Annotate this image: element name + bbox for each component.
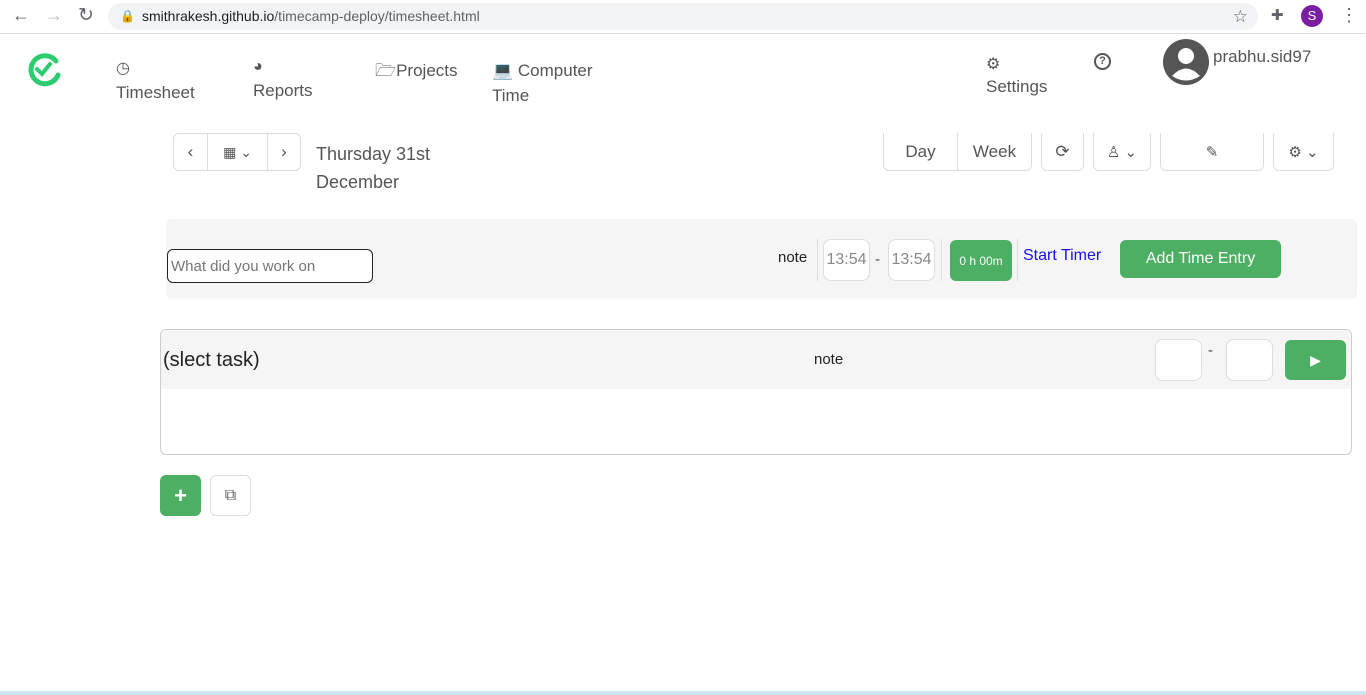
user-avatar-icon[interactable]: [1163, 39, 1209, 85]
chevron-down-icon: ⌄: [1124, 143, 1138, 161]
back-icon[interactable]: ←: [12, 5, 30, 26]
date-line-1: Thursday 31st: [316, 144, 431, 164]
week-view-button[interactable]: Week: [957, 133, 1032, 171]
end-time-input[interactable]: 13:54: [888, 239, 935, 281]
nav-reports-label: Reports: [253, 81, 313, 100]
current-date: Thursday 31st December: [316, 140, 430, 196]
lock-icon: 🔒: [120, 9, 135, 23]
nav-computer-time[interactable]: 💻 Computer Time: [492, 58, 593, 108]
reload-icon[interactable]: ↻: [78, 4, 94, 27]
nav-settings[interactable]: ⚙ Settings: [986, 54, 1047, 97]
task-title[interactable]: (slect task): [163, 349, 260, 372]
refresh-button[interactable]: ⟳: [1041, 133, 1084, 171]
nav-projects[interactable]: 🗁Projects: [375, 58, 458, 87]
date-line-2: December: [316, 172, 400, 192]
time-separator: -: [875, 251, 880, 268]
nav-time-label: Time: [492, 86, 530, 105]
task-end-input[interactable]: [1226, 339, 1273, 381]
bottom-bar: [0, 691, 1366, 695]
task-start-input[interactable]: [1155, 339, 1202, 381]
nav-timesheet[interactable]: ◷ Timesheet: [116, 58, 195, 103]
help-icon[interactable]: ?: [1094, 53, 1111, 70]
prev-day-button[interactable]: ‹: [173, 133, 208, 171]
task-note[interactable]: note: [814, 351, 843, 368]
chevron-down-icon: ⌄: [240, 143, 252, 160]
gear-icon: ⚙: [1288, 143, 1302, 161]
plus-icon: +: [174, 482, 187, 508]
edit-button[interactable]: ✎: [1160, 133, 1264, 171]
duplicate-button[interactable]: ⧉: [210, 475, 251, 516]
task-time-separator: -: [1208, 342, 1213, 359]
edit-icon: ✎: [1205, 143, 1219, 161]
forward-icon[interactable]: →: [45, 5, 63, 26]
start-timer-link[interactable]: Start Timer: [1023, 247, 1101, 265]
nav-settings-label: Settings: [986, 77, 1048, 96]
add-time-entry-button[interactable]: Add Time Entry: [1120, 240, 1281, 278]
nav-timesheet-label: Timesheet: [116, 83, 195, 102]
chevron-down-icon: ⌄: [1306, 143, 1319, 161]
start-time-input[interactable]: 13:54: [823, 239, 870, 281]
task-description-input[interactable]: [167, 249, 373, 283]
address-bar[interactable]: 🔒 smithrakesh.github.io/timecamp-deploy/…: [108, 3, 1258, 30]
url-path: /timecamp-deploy/timesheet.html: [274, 8, 480, 24]
extensions-icon[interactable]: ✚: [1271, 6, 1284, 24]
gear-icon: ⚙: [986, 56, 1001, 73]
app-logo-icon[interactable]: [26, 51, 62, 87]
add-task-button[interactable]: +: [160, 475, 201, 516]
profile-avatar[interactable]: S: [1301, 5, 1323, 27]
calendar-icon: ▦: [223, 143, 237, 160]
url-domain: smithrakesh.github.io: [142, 8, 275, 24]
day-view-button[interactable]: Day: [883, 133, 958, 171]
pie-chart-icon: ◕: [253, 58, 263, 75]
browser-toolbar: ← → ↻ 🔒 smithrakesh.github.io/timecamp-d…: [0, 0, 1366, 34]
bookmark-star-icon[interactable]: ☆: [1233, 3, 1248, 30]
refresh-icon: ⟳: [1055, 141, 1070, 161]
duration-button[interactable]: 0 h 00m: [950, 240, 1012, 281]
clock-icon: ◷: [116, 60, 130, 77]
nav-computer-label: Computer: [517, 61, 593, 80]
note-label[interactable]: note: [778, 249, 807, 266]
laptop-icon: 💻: [492, 61, 514, 80]
play-button[interactable]: ▶: [1285, 340, 1346, 380]
nav-reports[interactable]: ◕ Reports: [253, 58, 313, 101]
nav-projects-label: Projects: [396, 61, 458, 80]
play-icon: ▶: [1310, 351, 1321, 368]
next-day-button[interactable]: ›: [267, 133, 301, 171]
folder-open-icon: 🗁: [375, 61, 397, 80]
user-filter-button[interactable]: ♙ ⌄: [1093, 133, 1151, 171]
username[interactable]: prabhu.sid97: [1213, 47, 1311, 67]
options-button[interactable]: ⚙ ⌄: [1273, 133, 1334, 171]
menu-icon[interactable]: ⋮: [1340, 5, 1358, 26]
user-icon: ♙: [1106, 143, 1121, 161]
copy-icon: ⧉: [224, 486, 237, 504]
calendar-button[interactable]: ▦ ⌄: [207, 133, 268, 171]
